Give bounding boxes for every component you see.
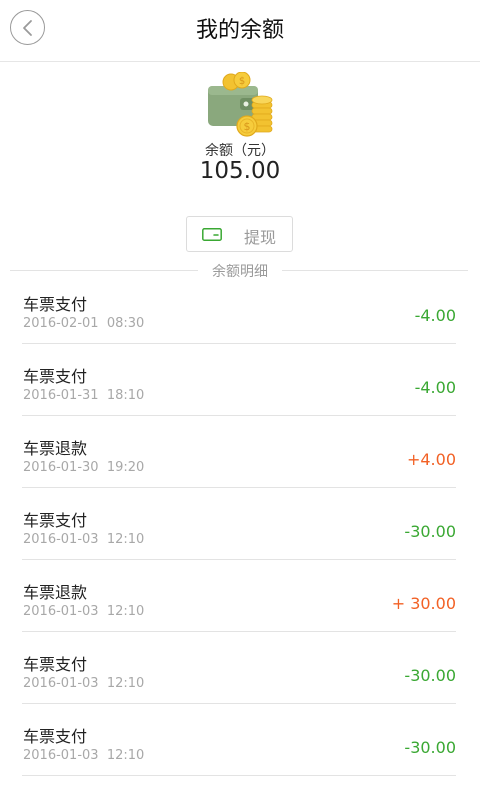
wallet-with-coins-icon: $ $ [206, 71, 276, 138]
transaction-title: 车票支付 [23, 295, 88, 314]
transaction-time: 2016-01-03 12:10 [23, 604, 145, 619]
transaction-title: 车票支付 [23, 655, 88, 674]
transaction-list: 车票支付 2016-02-01 08:30 -4.00 车票支付 2016-01… [0, 272, 480, 776]
transaction-time: 2016-01-03 12:10 [23, 748, 145, 763]
transaction-title: 车票支付 [23, 511, 88, 530]
list-item[interactable]: 车票支付 2016-01-03 12:10 -30.00 [0, 632, 480, 704]
transaction-amount: -4.00 [414, 306, 456, 325]
list-item[interactable]: 车票支付 2016-01-03 12:10 -30.00 [0, 704, 480, 776]
svg-text:$: $ [239, 76, 245, 87]
transaction-time: 2016-01-03 12:10 [23, 676, 145, 691]
list-item[interactable]: 车票支付 2016-02-01 08:30 -4.00 [0, 272, 480, 344]
list-item[interactable]: 车票退款 2016-01-30 19:20 +4.00 [0, 416, 480, 488]
list-item[interactable]: 车票退款 2016-01-03 12:10 + 30.00 [0, 560, 480, 632]
transaction-time: 2016-01-03 12:10 [23, 532, 145, 547]
transaction-amount: +4.00 [406, 450, 456, 469]
transaction-title: 车票退款 [23, 583, 88, 602]
balance-amount: 105.00 [199, 158, 281, 184]
transaction-amount: -30.00 [404, 666, 456, 685]
wallet-card-icon [202, 228, 222, 241]
page-title: 我的余额 [195, 18, 284, 43]
list-item[interactable]: 车票支付 2016-01-31 18:10 -4.00 [0, 344, 480, 416]
transaction-title: 车票支付 [23, 367, 88, 386]
transaction-amount: -30.00 [404, 738, 456, 757]
transaction-time: 2016-02-01 08:30 [23, 316, 145, 331]
transaction-amount: + 30.00 [391, 594, 456, 613]
transaction-title: 车票退款 [23, 439, 88, 458]
list-item[interactable]: 车票支付 2016-01-03 12:10 -30.00 [0, 488, 480, 560]
withdraw-button[interactable]: 提现 [186, 216, 293, 252]
withdraw-label: 提现 [244, 228, 277, 247]
transaction-amount: -4.00 [414, 378, 456, 397]
balance-label: 余额（元） [205, 143, 275, 159]
transaction-time: 2016-01-31 18:10 [23, 388, 145, 403]
transaction-title: 车票支付 [23, 727, 88, 746]
svg-text:$: $ [244, 120, 251, 133]
top-nav-bar: 我的余额 [0, 0, 480, 62]
transaction-time: 2016-01-30 19:20 [23, 460, 145, 475]
transaction-amount: -30.00 [404, 522, 456, 541]
